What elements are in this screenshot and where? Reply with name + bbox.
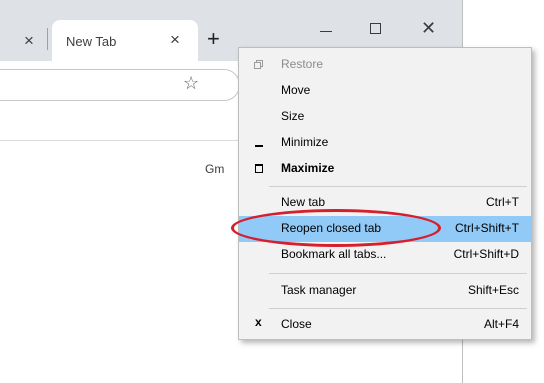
bookmark-star-icon[interactable]: ☆ — [183, 73, 199, 94]
menu-item-label: Restore — [281, 57, 324, 71]
tab-title: New Tab — [66, 34, 117, 49]
menu-separator — [269, 273, 527, 274]
gmail-link[interactable]: Gm — [205, 162, 224, 176]
menu-item-label: Minimize — [281, 135, 329, 149]
system-context-menu: Restore Move Size Minimize Maximize New … — [238, 47, 532, 340]
menu-item-shortcut: Alt+F4 — [483, 317, 519, 331]
window-close-button[interactable]: ✕ — [410, 14, 450, 44]
maximize-icon — [370, 23, 381, 34]
menu-item-label: New tab — [281, 195, 326, 209]
menu-item-restore[interactable]: Restore — [239, 52, 531, 78]
close-icon: x — [255, 315, 262, 329]
menu-item-label: Maximize — [281, 161, 335, 175]
minimize-icon — [253, 135, 265, 149]
menu-item-shortcut: Ctrl+Shift+T — [454, 221, 519, 235]
menu-item-close[interactable]: x Close Alt+F4 — [239, 312, 531, 338]
previous-tab-close-button[interactable]: × — [24, 32, 34, 49]
previous-tab-fragment[interactable] — [0, 28, 10, 48]
menu-item-move[interactable]: Move — [239, 78, 531, 104]
tab-close-button[interactable]: × — [170, 31, 180, 48]
menu-item-label: Bookmark all tabs... — [281, 247, 387, 261]
menu-item-label: Close — [281, 317, 312, 331]
window-maximize-button[interactable] — [356, 14, 396, 44]
minimize-icon — [320, 31, 332, 32]
maximize-icon — [253, 161, 265, 175]
window-minimize-button[interactable] — [306, 14, 346, 44]
tab-separator — [47, 28, 48, 50]
new-tab-button[interactable]: + — [207, 28, 220, 50]
menu-item-label: Size — [281, 109, 305, 123]
menu-separator — [269, 308, 527, 309]
menu-item-shortcut: Ctrl+Shift+D — [453, 247, 519, 261]
annotation-highlight-ellipse — [231, 209, 441, 247]
close-icon: ✕ — [421, 18, 437, 38]
menu-item-maximize[interactable]: Maximize — [239, 156, 531, 182]
menu-item-label: Move — [281, 83, 311, 97]
tab-new-tab[interactable]: New Tab × — [52, 20, 198, 61]
menu-item-minimize[interactable]: Minimize — [239, 130, 531, 156]
menu-item-size[interactable]: Size — [239, 104, 531, 130]
menu-item-shortcut: Shift+Esc — [467, 283, 519, 297]
menu-item-shortcut: Ctrl+T — [486, 195, 519, 209]
address-bar[interactable]: ☆ — [0, 69, 240, 101]
restore-icon — [253, 57, 265, 71]
menu-item-task-manager[interactable]: Task manager Shift+Esc — [239, 278, 531, 304]
menu-separator — [269, 186, 527, 187]
menu-item-label: Task manager — [281, 283, 357, 297]
menu-item-bookmark-all-tabs[interactable]: Bookmark all tabs... Ctrl+Shift+D — [239, 242, 531, 268]
